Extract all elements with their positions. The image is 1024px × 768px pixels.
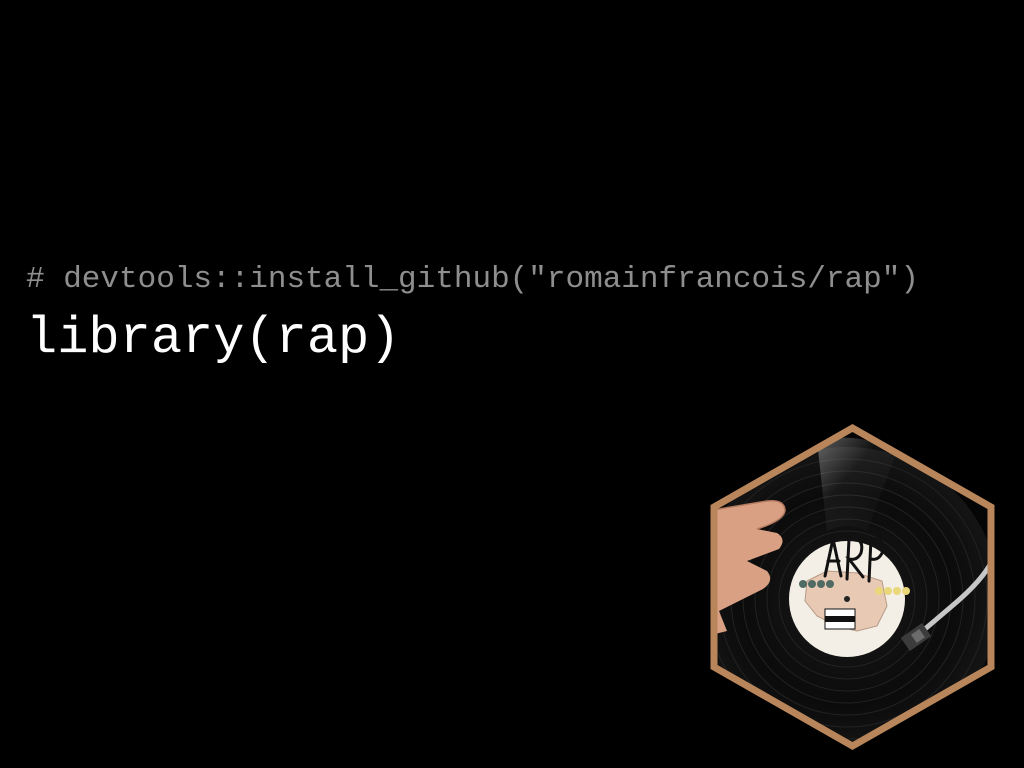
- rap-hex-sticker-image: [710, 423, 995, 751]
- library-code-line: library(rap): [26, 309, 401, 368]
- install-comment-line: # devtools::install_github("romainfranco…: [26, 262, 919, 297]
- rap-hex-sticker: [707, 421, 998, 753]
- slide: # devtools::install_github("romainfranco…: [0, 0, 1024, 768]
